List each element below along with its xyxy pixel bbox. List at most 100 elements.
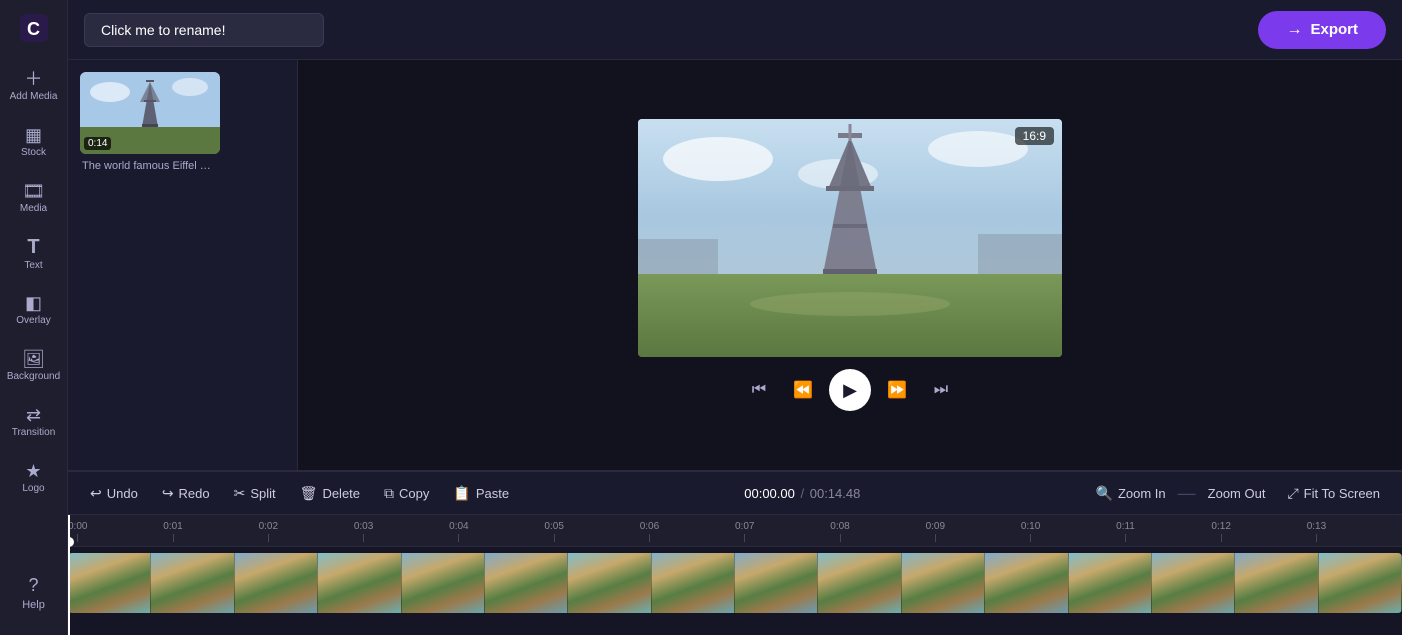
media-panel: 0:14 The world famous Eiffel … (68, 60, 298, 470)
export-button[interactable]: → Export (1258, 11, 1386, 49)
rewind-button[interactable]: ⏪ (785, 372, 821, 408)
zoom-in-icon: 🔍 (1096, 485, 1113, 502)
sidebar-item-text-label: Text (24, 260, 42, 271)
paste-button[interactable]: 📋 Paste (443, 480, 519, 507)
split-button[interactable]: ✂ Split (224, 480, 286, 507)
play-button[interactable]: ▶ (829, 369, 871, 411)
paste-icon: 📋 (453, 485, 470, 502)
preview-video: 16:9 (638, 119, 1062, 357)
strip-frame (1319, 553, 1402, 613)
strip-frame (652, 553, 735, 613)
aspect-ratio-badge: 16:9 (1015, 127, 1054, 145)
project-title-input[interactable] (84, 13, 324, 47)
strip-frame (1152, 553, 1235, 613)
ruler-label: 0:05 (544, 521, 563, 532)
copy-button[interactable]: ⧉ Copy (374, 480, 439, 507)
strip-frame (1069, 553, 1152, 613)
media-thumb-label: The world famous Eiffel … (80, 160, 285, 172)
ruler-tick (649, 534, 650, 542)
playhead (68, 515, 70, 635)
timeline-body: 0:000:010:020:030:040:050:060:070:080:09… (68, 515, 1402, 635)
ruler-label: 0:11 (1116, 521, 1135, 532)
skip-to-start-button[interactable]: ⏮ (741, 372, 777, 408)
fit-screen-icon: ⤢ (1287, 485, 1298, 502)
ruler-tick (840, 534, 841, 542)
ruler-label: 0:08 (830, 521, 849, 532)
strip-frame (318, 553, 401, 613)
timeline-section: ↩ Undo ↪ Redo ✂ Split 🗑 Delete ⧉ Copy 📋 (68, 470, 1402, 635)
sidebar-item-transition[interactable]: ⇄ Transition (6, 396, 62, 448)
ruler-label: 0:13 (1307, 521, 1326, 532)
add-media-icon: ＋ (25, 70, 43, 88)
fast-forward-icon: ⏩ (887, 380, 907, 400)
sidebar-item-overlay-label: Overlay (16, 315, 50, 326)
zoom-in-label: Zoom In (1118, 486, 1166, 501)
zoom-divider: — (1178, 483, 1196, 504)
app-logo: C (14, 8, 54, 48)
zoom-in-button[interactable]: 🔍 Zoom In (1086, 480, 1176, 507)
delete-button[interactable]: 🗑 Delete (290, 480, 370, 507)
rewind-icon: ⏪ (793, 380, 813, 400)
ruler-tick (554, 534, 555, 542)
sidebar-item-background[interactable]: 🖼 Background (6, 340, 62, 392)
zoom-out-button[interactable]: Zoom Out (1198, 481, 1276, 506)
ruler-tick (1221, 534, 1222, 542)
skip-to-end-button[interactable]: ⏭ (923, 372, 959, 408)
ruler-mark: 0:08 (830, 521, 849, 542)
editor-area: 0:14 The world famous Eiffel … (68, 60, 1402, 470)
top-bar: → Export (68, 0, 1402, 60)
ruler-mark: 0:12 (1211, 521, 1230, 542)
ruler-tick (935, 534, 936, 542)
ruler-tick (77, 534, 78, 542)
undo-button[interactable]: ↩ Undo (80, 480, 148, 507)
strip-frame (151, 553, 234, 613)
sidebar-item-overlay[interactable]: ◧ Overlay (6, 284, 62, 336)
stock-icon: ▦ (25, 126, 42, 144)
ruler-label: 0:07 (735, 521, 754, 532)
split-icon: ✂ (234, 485, 246, 502)
strip-frame (485, 553, 568, 613)
transition-icon: ⇄ (26, 406, 41, 424)
ruler-mark: 0:05 (544, 521, 563, 542)
sidebar-item-text[interactable]: T Text (6, 228, 62, 280)
undo-icon: ↩ (90, 485, 102, 502)
redo-button[interactable]: ↪ Redo (152, 480, 220, 507)
sidebar-item-background-label: Background (7, 371, 60, 382)
zoom-controls: 🔍 Zoom In — Zoom Out ⤢ Fit To Screen (1086, 480, 1390, 507)
video-strip[interactable] (68, 553, 1402, 613)
ruler-label: 0:00 (68, 521, 87, 532)
ruler-tick (268, 534, 269, 542)
overlay-icon: ◧ (25, 294, 42, 312)
ruler-label: 0:01 (163, 521, 182, 532)
sidebar-item-help[interactable]: ? Help (6, 567, 62, 619)
ruler-mark: 0:07 (735, 521, 754, 542)
time-display: 00:00.00 / 00:14.48 (732, 486, 872, 501)
fast-forward-button[interactable]: ⏩ (879, 372, 915, 408)
preview-area: 16:9 ⏮ ⏪ ▶ ⏩ ⏭ (298, 60, 1402, 470)
ruler-mark: 0:13 (1307, 521, 1326, 542)
skip-start-icon: ⏮ (752, 381, 766, 399)
ruler-tick (1125, 534, 1126, 542)
sidebar-item-stock[interactable]: ▦ Stock (6, 116, 62, 168)
sidebar-item-logo-label: Logo (22, 483, 44, 494)
sidebar-item-add-media-label: Add Media (10, 91, 58, 102)
play-icon: ▶ (843, 380, 857, 401)
main-content: → Export (68, 0, 1402, 635)
undo-label: Undo (107, 486, 138, 501)
logo-icon: ★ (25, 462, 41, 480)
media-thumbnail[interactable]: 0:14 (80, 72, 220, 154)
ruler-label: 0:04 (449, 521, 468, 532)
ruler-mark: 0:11 (1116, 521, 1135, 542)
ruler-mark: 0:03 (354, 521, 373, 542)
ruler-tick (173, 534, 174, 542)
strip-frame (735, 553, 818, 613)
timeline-toolbar: ↩ Undo ↪ Redo ✂ Split 🗑 Delete ⧉ Copy 📋 (68, 471, 1402, 515)
sidebar-item-logo[interactable]: ★ Logo (6, 452, 62, 504)
sidebar-item-add-media[interactable]: ＋ Add Media (6, 60, 62, 112)
strip-frame (818, 553, 901, 613)
strip-frame (568, 553, 651, 613)
sidebar-item-media[interactable]: 🎞 Media (6, 172, 62, 224)
fit-to-screen-button[interactable]: ⤢ Fit To Screen (1277, 480, 1390, 507)
redo-icon: ↪ (162, 485, 174, 502)
time-separator: / (800, 486, 804, 501)
